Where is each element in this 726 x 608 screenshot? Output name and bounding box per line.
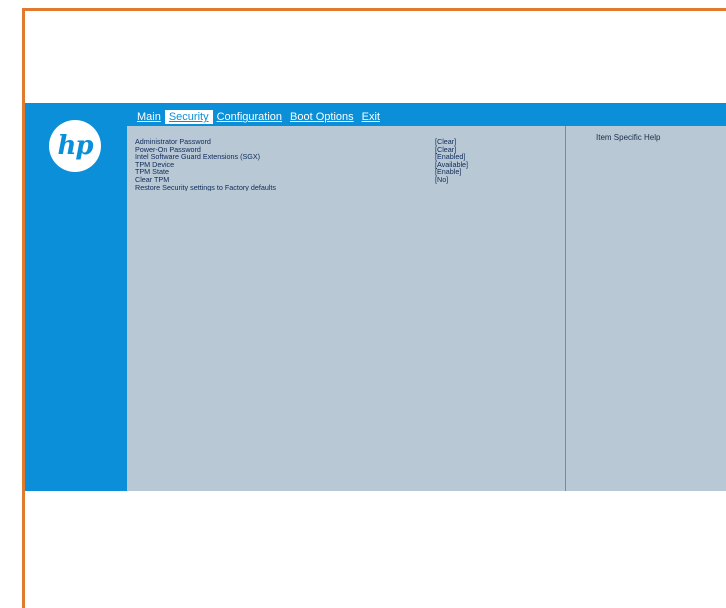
- setting-row[interactable]: TPM Device [Available]: [135, 161, 555, 169]
- menu-tab-main[interactable]: Main: [133, 110, 165, 124]
- settings-list: Administrator Password [Clear] Power-On …: [135, 138, 555, 191]
- setting-label[interactable]: TPM Device: [135, 161, 435, 169]
- menu-tab-configuration[interactable]: Configuration: [213, 110, 286, 124]
- bios-menu-bar: Main Security Configuration Boot Options…: [127, 110, 726, 124]
- settings-panel: Administrator Password [Clear] Power-On …: [127, 126, 566, 491]
- menu-tab-boot-options[interactable]: Boot Options: [286, 110, 358, 124]
- setting-label[interactable]: Intel Software Guard Extensions (SGX): [135, 153, 435, 161]
- setting-value[interactable]: [Enable]: [435, 168, 535, 176]
- setting-label[interactable]: TPM State: [135, 168, 435, 176]
- hp-logo-text: hp: [57, 131, 93, 161]
- hp-logo: hp: [49, 120, 101, 172]
- setting-label[interactable]: Restore Security settings to Factory def…: [135, 184, 435, 192]
- setting-label[interactable]: Power-On Password: [135, 146, 435, 154]
- setting-value[interactable]: [No]: [435, 176, 535, 184]
- setting-row[interactable]: Administrator Password [Clear]: [135, 138, 555, 146]
- menu-tab-security[interactable]: Security: [164, 110, 213, 124]
- help-title: Item Specific Help: [596, 133, 661, 142]
- setting-row[interactable]: TPM State [Enable]: [135, 168, 555, 176]
- setting-row[interactable]: Intel Software Guard Extensions (SGX) [E…: [135, 153, 555, 161]
- setting-label[interactable]: Clear TPM: [135, 176, 435, 184]
- setting-row[interactable]: Restore Security settings to Factory def…: [135, 184, 555, 192]
- setting-value: [435, 184, 535, 192]
- bios-screen: hp Main Security Configuration Boot Opti…: [25, 103, 726, 491]
- setting-label[interactable]: Administrator Password: [135, 138, 435, 146]
- logo-column: hp: [25, 103, 127, 491]
- menu-tab-exit[interactable]: Exit: [358, 110, 384, 124]
- setting-row[interactable]: Power-On Password [Clear]: [135, 145, 555, 154]
- help-panel: Item Specific Help: [566, 126, 726, 491]
- setting-row[interactable]: Clear TPM [No]: [135, 176, 555, 184]
